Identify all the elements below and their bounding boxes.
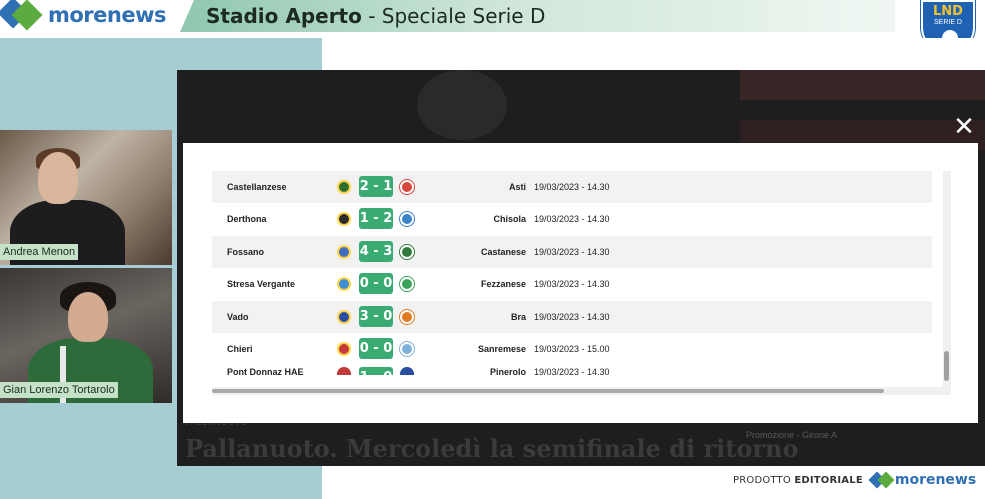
home-team: Derthona [227, 214, 267, 225]
match-date: 19/03/2023 - 14.30 [534, 182, 610, 192]
away-team: Pinerolo [489, 367, 526, 376]
match-row[interactable]: Chieri 0 - 0 Sanremese 19/03/2023 - 15.00 [212, 333, 932, 365]
footer-logo-text: morenews [894, 472, 977, 488]
webcam-host-1: Andrea Menon [0, 130, 172, 265]
show-title: Stadio Aperto - Speciale Serie D [206, 4, 545, 28]
results-table: Castellanzese 2 - 1 Asti 19/03/2023 - 14.30… [212, 171, 932, 389]
home-team: Stresa Vergante [227, 279, 296, 290]
away-team: Castanese [480, 246, 526, 257]
away-team-crest-icon [400, 342, 414, 356]
host-head [38, 152, 78, 204]
home-team-crest-icon [337, 342, 351, 356]
away-team-crest-icon [400, 244, 414, 259]
home-team: Vado [227, 311, 249, 322]
footer-morenews-logo: morenews [868, 471, 977, 489]
results-modal: Castellanzese 2 - 1 Asti 19/03/2023 - 14.30… [183, 143, 978, 423]
match-score: 4 - 3 [359, 240, 393, 262]
editorial-label-bold: EDITORIALE [794, 474, 863, 486]
article-side-link[interactable]: Promozione - Girone A [746, 430, 837, 440]
match-row[interactable]: Fossano 4 - 3 Castanese 19/03/2023 - 14.30 [212, 235, 932, 268]
match-date: 19/03/2023 - 14.30 [534, 279, 610, 290]
away-team-crest-icon [400, 367, 414, 376]
morenews-logo-icon [0, 0, 46, 31]
home-team: Castellanzese [227, 182, 287, 192]
morenews-logo: morenews [0, 0, 167, 31]
editorial-label-light: PRODOTTO [733, 474, 795, 486]
webcam-name-label: Gian Lorenzo Tortarolo [0, 382, 118, 398]
home-team: Chieri [227, 344, 253, 354]
home-team-crest-icon [337, 180, 351, 194]
top-bar: morenews Stadio Aperto - Speciale Serie … [0, 0, 985, 54]
show-title-subtitle: - Speciale Serie D [361, 4, 546, 28]
away-team: Fezzanese [480, 279, 526, 290]
match-row[interactable]: Castellanzese 2 - 1 Asti 19/03/2023 - 14.30 [212, 171, 932, 203]
match-date: 19/03/2023 - 14.30 [534, 367, 610, 376]
away-team-crest-icon [400, 309, 414, 324]
match-date: 19/03/2023 - 14.30 [534, 246, 610, 257]
side-banner [740, 70, 985, 100]
match-date: 19/03/2023 - 15.00 [534, 344, 610, 354]
match-row[interactable]: Vado 3 - 0 Bra 19/03/2023 - 14.30 [212, 300, 932, 333]
show-title-banner: Stadio Aperto - Speciale Serie D [180, 0, 895, 32]
editorial-label: PRODOTTO EDITORIALE [733, 475, 863, 486]
away-team-crest-icon [400, 277, 414, 292]
match-score: 3 - 0 [359, 305, 393, 327]
match-date: 19/03/2023 - 14.30 [534, 214, 610, 225]
home-team-crest-icon [337, 367, 351, 376]
webcam-name-label: Andrea Menon [0, 244, 79, 260]
match-row[interactable]: Derthona 1 - 2 Chisola 19/03/2023 - 14.30 [212, 203, 932, 235]
match-score: 2 - 1 [359, 176, 393, 197]
close-icon[interactable]: ✕ [951, 113, 977, 139]
horizontal-scrollbar[interactable] [212, 387, 951, 395]
match-score: 0 - 0 [359, 338, 393, 359]
webcam-host-2: Gian Lorenzo Tortarolo [0, 268, 172, 403]
home-team-crest-icon [337, 244, 351, 259]
away-team: Asti [508, 182, 526, 192]
show-title-bold: Stadio Aperto [206, 4, 362, 28]
scrollbar-thumb[interactable] [212, 389, 884, 393]
match-score: 1 - 2 [359, 208, 393, 230]
away-team-crest-icon [400, 180, 414, 194]
home-team-crest-icon [337, 212, 351, 227]
match-date: 19/03/2023 - 14.30 [534, 311, 610, 322]
match-row[interactable]: Stresa Vergante 0 - 0 Fezzanese 19/03/2023 … [212, 268, 932, 300]
lnd-badge-subtext: SERIE D [933, 19, 962, 26]
vertical-scrollbar[interactable] [943, 171, 951, 393]
morenews-logo-icon [868, 471, 895, 489]
match-score: 1 - 0 [359, 367, 393, 376]
host-head [68, 292, 108, 342]
lnd-badge-text: LND [933, 4, 963, 19]
match-row[interactable]: Pont Donnaz HAE 1 - 0 Pinerolo 19/03/2023 -… [212, 365, 932, 376]
away-team: Sanremese [477, 344, 526, 354]
scrollbar-thumb[interactable] [944, 351, 949, 381]
home-team: Pont Donnaz HAE [227, 367, 304, 376]
home-team: Fossano [227, 246, 265, 257]
morenews-logo-text: morenews [48, 3, 167, 27]
away-team-crest-icon [400, 212, 414, 227]
article-title[interactable]: Pallanuoto. Mercoledì la semifinale di r… [185, 434, 799, 463]
video-thumbnail [417, 70, 507, 140]
match-score: 0 - 0 [359, 273, 393, 295]
away-team: Bra [510, 311, 526, 322]
editorial-footer: PRODOTTO EDITORIALE morenews [733, 471, 977, 489]
home-team-crest-icon [337, 277, 351, 292]
home-team-crest-icon [337, 309, 351, 324]
away-team: Chisola [493, 214, 526, 225]
